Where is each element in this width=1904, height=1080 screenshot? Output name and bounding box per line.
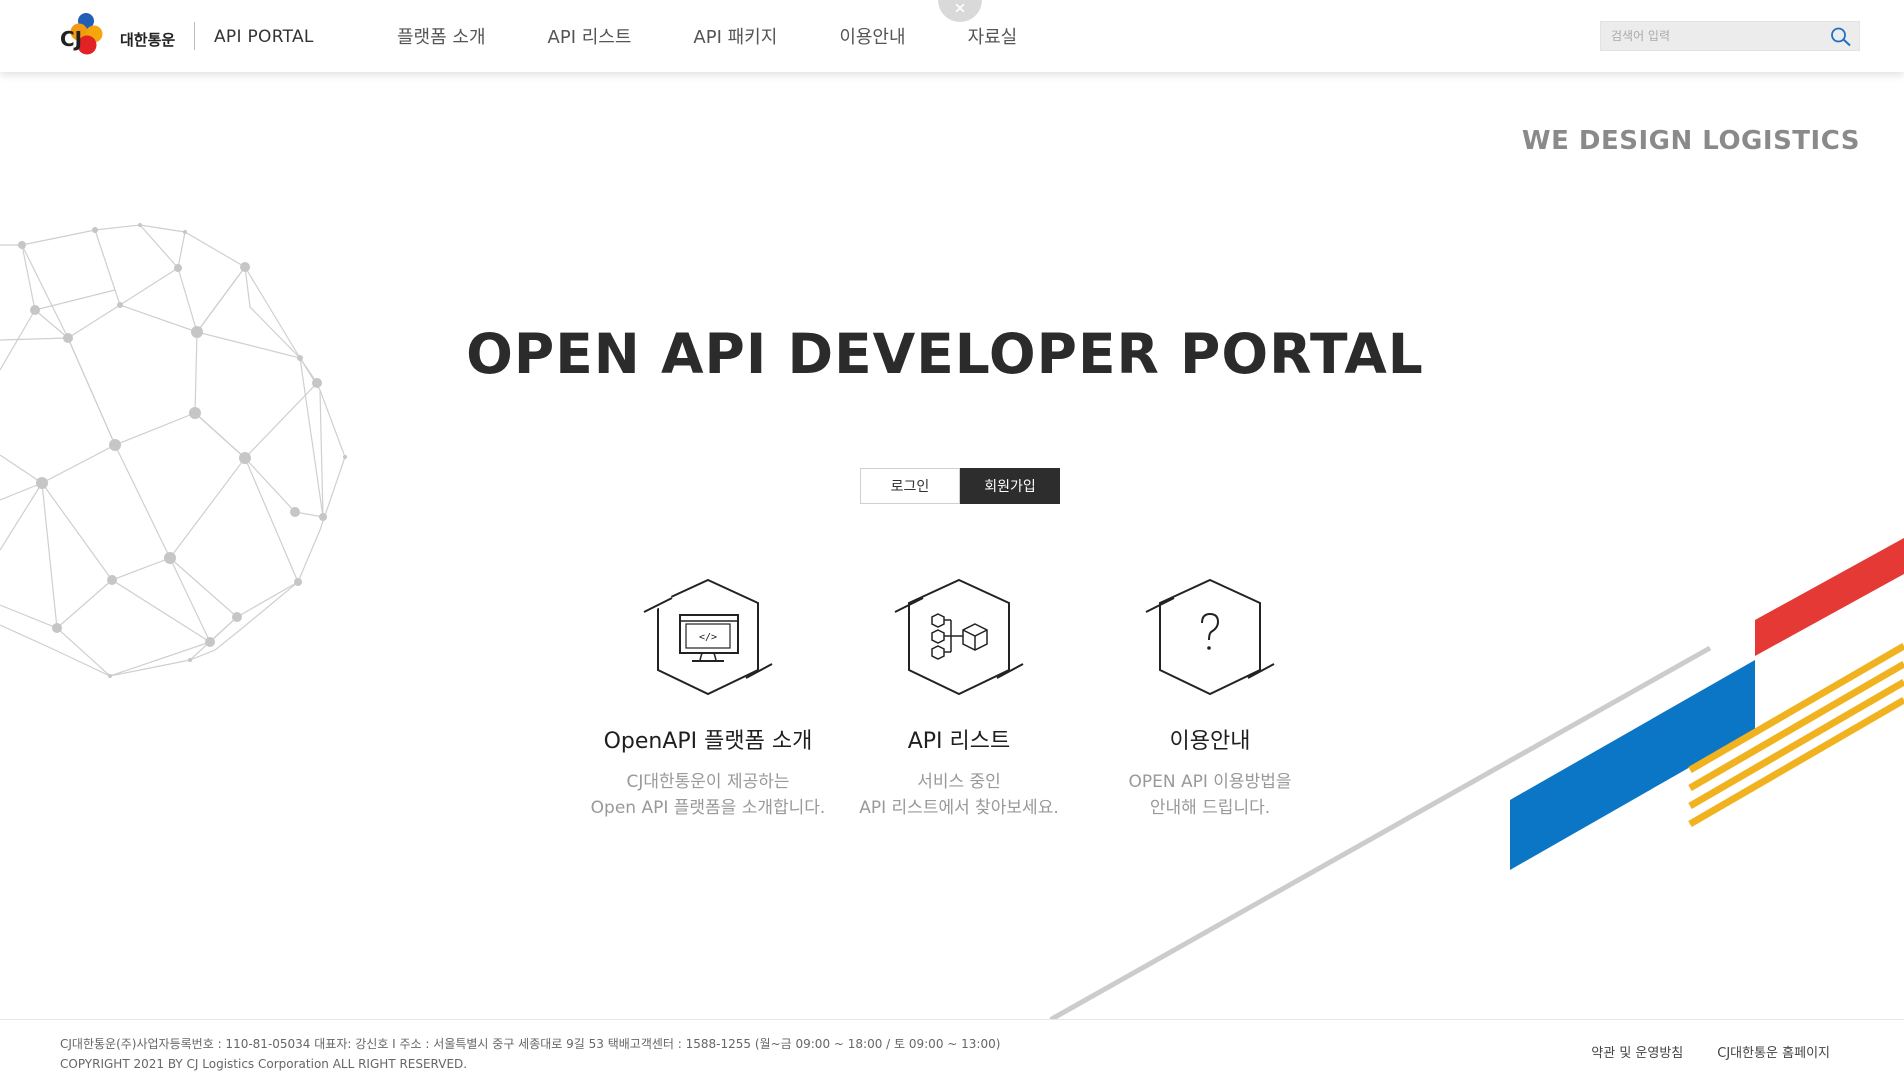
feature-title: OpenAPI 플랫폼 소개 [603,729,813,754]
join-button[interactable]: 회원가입 [960,468,1060,504]
logo-divider [194,22,195,50]
svg-text:</>: </> [699,632,717,643]
feature-description: 서비스 중인 API 리스트에서 찾아보세요. [829,769,1089,821]
search-input[interactable] [1611,26,1816,46]
network-globe-graphic [0,223,347,678]
portal-label: API PORTAL [214,27,314,47]
feature-desc-line: API 리스트에서 찾아보세요. [859,798,1059,818]
question-icon [1145,578,1275,696]
feature-desc-line: 안내해 드립니다. [1149,798,1271,818]
close-icon [955,4,965,12]
feature-title: API 리스트 [907,729,1011,754]
monitor-code-icon: </> [642,578,773,696]
feature-api-list[interactable]: API 리스트 서비스 중인 API 리스트에서 찾아보세요. [829,578,1089,821]
feature-platform-intro[interactable]: </> OpenAPI 플랫폼 소개 CJ대한통운이 제공하는 Open API… [578,578,838,821]
copyright-text: COPYRIGHT 2021 BY CJ Logistics Corporati… [60,1057,468,1071]
slogan: WE DESIGN LOGISTICS [1521,126,1860,156]
logo-korean-text: 대한통운 [120,31,176,49]
feature-desc-line: CJ대한통운이 제공하는 [626,772,790,792]
top-header: CJ 대한통운 API PORTAL 플랫폼 소개 API 리스트 API 패키… [0,0,1904,72]
search-icon[interactable] [1829,26,1853,48]
search-box [1600,21,1860,51]
company-registration-text: CJ대한통운(주)사업자등록번호 : 110-81-05034 대표자: 강신호… [60,1037,1001,1051]
terms-policy-link[interactable]: 약관 및 운영방침 [1591,1042,1683,1061]
auth-buttons: 로그인 회원가입 [860,468,1060,504]
nav-api-list[interactable]: API 리스트 [548,23,632,49]
logo-cj-text: CJ [60,27,83,51]
feature-description: OPEN API 이용방법을 안내해 드립니다. [1080,769,1340,821]
cj-logo[interactable]: CJ 대한통운 [58,10,198,62]
nav-platform-intro[interactable]: 플랫폼 소개 [397,23,486,49]
site-footer: CJ대한통운(주)사업자등록번호 : 110-81-05034 대표자: 강신호… [0,1019,1904,1080]
feature-title: 이용안내 [1169,729,1251,754]
footer-links: 약관 및 운영방침 CJ대한통운 홈페이지 [1557,1042,1830,1061]
api-cubes-icon [894,578,1024,696]
cj-homepage-link[interactable]: CJ대한통운 홈페이지 [1717,1042,1830,1061]
login-button[interactable]: 로그인 [860,468,960,504]
nav-usage-guide[interactable]: 이용안내 [839,23,905,49]
company-info: CJ대한통운(주)사업자등록번호 : 110-81-05034 대표자: 강신호… [60,1034,1000,1074]
feature-desc-line: OPEN API 이용방법을 [1128,772,1292,792]
feature-usage-guide[interactable]: 이용안내 OPEN API 이용방법을 안내해 드립니다. [1080,578,1340,821]
nav-resources[interactable]: 자료실 [968,23,1018,49]
feature-description: CJ대한통운이 제공하는 Open API 플랫폼을 소개합니다. [578,769,838,821]
hero-title: OPEN API DEVELOPER PORTAL [466,322,1424,386]
feature-desc-line: Open API 플랫폼을 소개합니다. [590,798,826,818]
nav-api-package[interactable]: API 패키지 [693,23,777,49]
feature-desc-line: 서비스 중인 [917,772,1001,792]
